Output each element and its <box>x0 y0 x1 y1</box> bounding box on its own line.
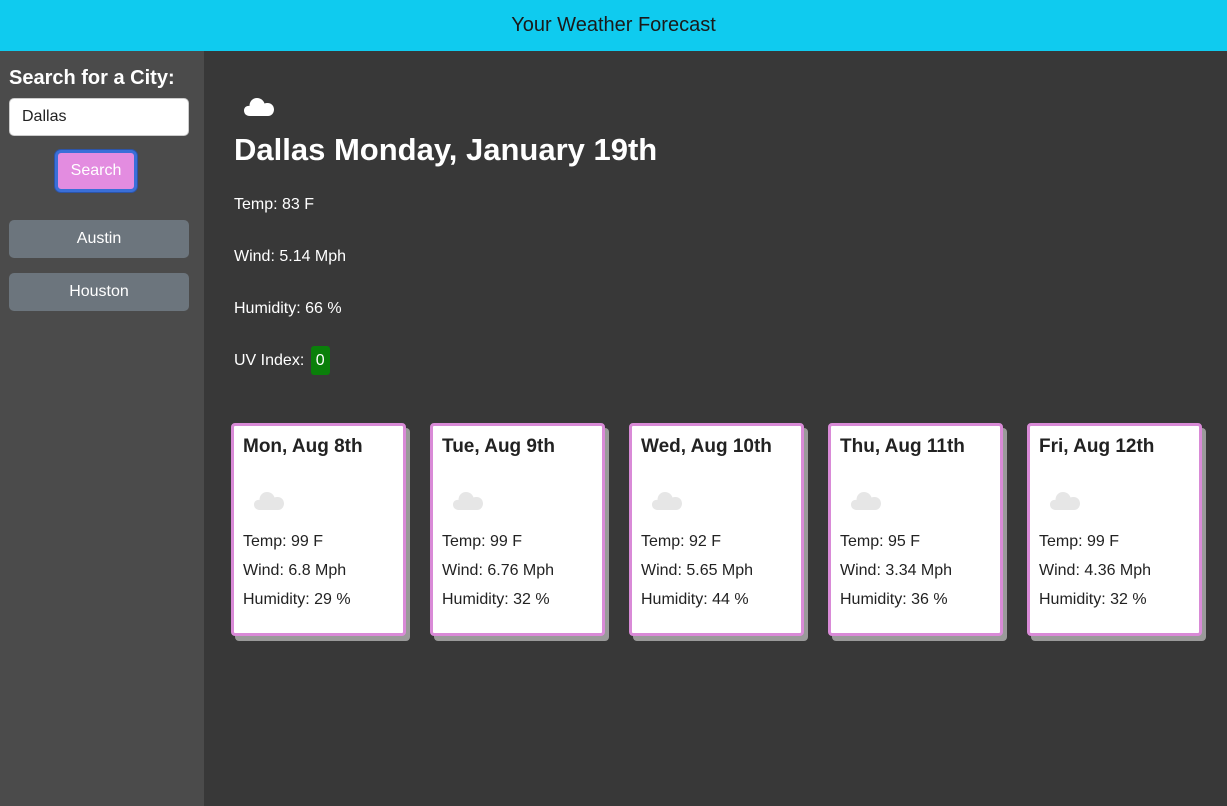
cloud-icon <box>453 492 483 510</box>
current-uv-index: UV Index: 0 <box>234 346 330 375</box>
city-search-input[interactable] <box>9 98 189 136</box>
cloud-icon <box>1050 492 1080 510</box>
forecast-date: Thu, Aug 11th <box>840 436 965 457</box>
search-label: Search for a City: <box>9 67 175 89</box>
forecast-card: Wed, Aug 10th Temp: 92 F Wind: 5.65 Mph … <box>629 423 804 636</box>
forecast-wind: Wind: 4.36 Mph <box>1039 562 1152 579</box>
forecast-temp: Temp: 92 F <box>641 533 722 550</box>
forecast-wind: Wind: 5.65 Mph <box>641 562 754 579</box>
current-city-date: Dallas Monday, January 19th <box>234 132 658 167</box>
history-button-houston[interactable]: Houston <box>9 273 189 311</box>
forecast-card: Tue, Aug 9th Temp: 99 F Wind: 6.76 Mph H… <box>430 423 605 636</box>
page-title: Your Weather Forecast <box>511 14 716 36</box>
current-wind: Wind: 5.14 Mph <box>234 248 347 265</box>
forecast-wind: Wind: 3.34 Mph <box>840 562 953 579</box>
forecast-humidity: Humidity: 36 % <box>840 591 948 608</box>
forecast-humidity: Humidity: 32 % <box>1039 591 1147 608</box>
forecast-temp: Temp: 99 F <box>1039 533 1120 550</box>
cloud-icon <box>652 492 682 510</box>
forecast-humidity: Humidity: 32 % <box>442 591 550 608</box>
current-humidity: Humidity: 66 % <box>234 300 342 317</box>
forecast-card: Fri, Aug 12th Temp: 99 F Wind: 4.36 Mph … <box>1027 423 1202 636</box>
forecast-temp: Temp: 99 F <box>243 533 324 550</box>
history-button-austin[interactable]: Austin <box>9 220 189 258</box>
forecast-wind: Wind: 6.8 Mph <box>243 562 347 579</box>
forecast-date: Wed, Aug 10th <box>641 436 772 457</box>
search-button[interactable]: Search <box>55 150 137 192</box>
current-temp: Temp: 83 F <box>234 196 315 213</box>
cloud-icon <box>851 492 881 510</box>
uv-badge: 0 <box>310 346 330 375</box>
forecast-card: Thu, Aug 11th Temp: 95 F Wind: 3.34 Mph … <box>828 423 1003 636</box>
forecast-humidity: Humidity: 29 % <box>243 591 351 608</box>
forecast-wind: Wind: 6.76 Mph <box>442 562 555 579</box>
uv-label: UV Index: <box>234 352 305 369</box>
forecast-date: Mon, Aug 8th <box>243 436 363 457</box>
forecast-date: Tue, Aug 9th <box>442 436 555 457</box>
forecast-date: Fri, Aug 12th <box>1039 436 1155 457</box>
forecast-temp: Temp: 99 F <box>442 533 523 550</box>
forecast-humidity: Humidity: 44 % <box>641 591 749 608</box>
forecast-card: Mon, Aug 8th Temp: 99 F Wind: 6.8 Mph Hu… <box>231 423 406 636</box>
cloud-icon <box>244 98 274 116</box>
forecast-temp: Temp: 95 F <box>840 533 921 550</box>
app-header: Your Weather Forecast <box>0 0 1227 51</box>
sidebar: Search for a City: Search Austin Houston <box>0 51 204 806</box>
cloud-icon <box>254 492 284 510</box>
